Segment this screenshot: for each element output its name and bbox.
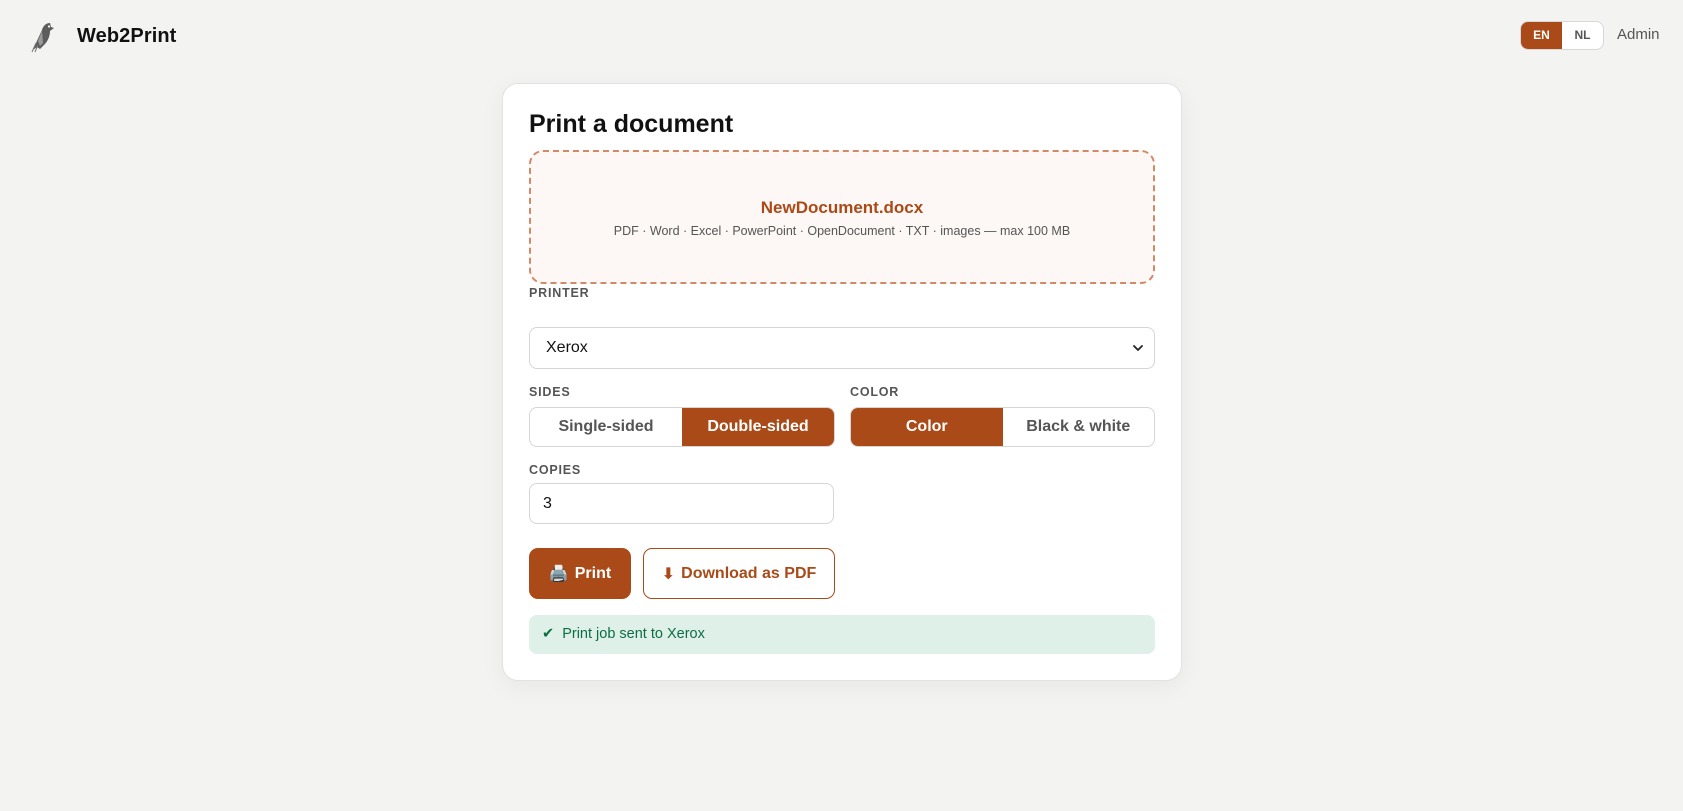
download-arrow-icon: ⬇ bbox=[661, 565, 676, 583]
single-sided-option[interactable]: Single-sided bbox=[530, 408, 682, 446]
color-label: COLOR bbox=[850, 385, 900, 399]
printer-select[interactable]: Xerox bbox=[529, 327, 1155, 369]
chevron-down-icon bbox=[1133, 345, 1143, 351]
sides-label: SIDES bbox=[529, 385, 571, 399]
copies-input[interactable] bbox=[529, 483, 834, 524]
top-bar: Web2Print EN NL Admin bbox=[0, 0, 1683, 72]
double-sided-option[interactable]: Double-sided bbox=[682, 408, 834, 446]
download-button-label: Download as PDF bbox=[681, 564, 817, 582]
status-message: ✔ Print job sent to Xerox bbox=[529, 615, 1155, 654]
app-name: Web2Print bbox=[77, 24, 177, 47]
checkmark-icon: ✔ bbox=[542, 626, 555, 642]
bird-logo-icon bbox=[31, 23, 54, 53]
printer-label: PRINTER bbox=[529, 286, 590, 300]
status-text: Print job sent to Xerox bbox=[562, 626, 705, 642]
print-button[interactable]: 🖨️ Print bbox=[529, 548, 631, 599]
copies-label: COPIES bbox=[529, 463, 582, 477]
file-dropzone[interactable]: NewDocument.docx PDF · Word · Excel · Po… bbox=[529, 150, 1155, 284]
language-switch: EN NL bbox=[1520, 21, 1604, 50]
lang-en-button[interactable]: EN bbox=[1521, 22, 1562, 49]
print-form-card: Print a document NewDocument.docx PDF · … bbox=[502, 83, 1182, 681]
sides-toggle: Single-sided Double-sided bbox=[529, 407, 835, 447]
printer-selected-value: Xerox bbox=[546, 339, 588, 356]
brand[interactable]: Web2Print bbox=[28, 18, 176, 54]
file-type-hint: PDF · Word · Excel · PowerPoint · OpenDo… bbox=[613, 224, 1071, 238]
color-option[interactable]: Color bbox=[851, 408, 1003, 446]
admin-link[interactable]: Admin bbox=[1617, 26, 1660, 43]
download-pdf-button[interactable]: ⬇ Download as PDF bbox=[643, 548, 835, 599]
print-button-label: Print bbox=[574, 564, 612, 582]
printer-icon: 🖨️ bbox=[548, 565, 569, 583]
page-title: Print a document bbox=[529, 110, 734, 138]
black-white-option[interactable]: Black & white bbox=[1003, 408, 1155, 446]
selected-file-name: NewDocument.docx bbox=[760, 198, 924, 217]
lang-nl-button[interactable]: NL bbox=[1562, 22, 1603, 49]
color-toggle: Color Black & white bbox=[850, 407, 1155, 447]
